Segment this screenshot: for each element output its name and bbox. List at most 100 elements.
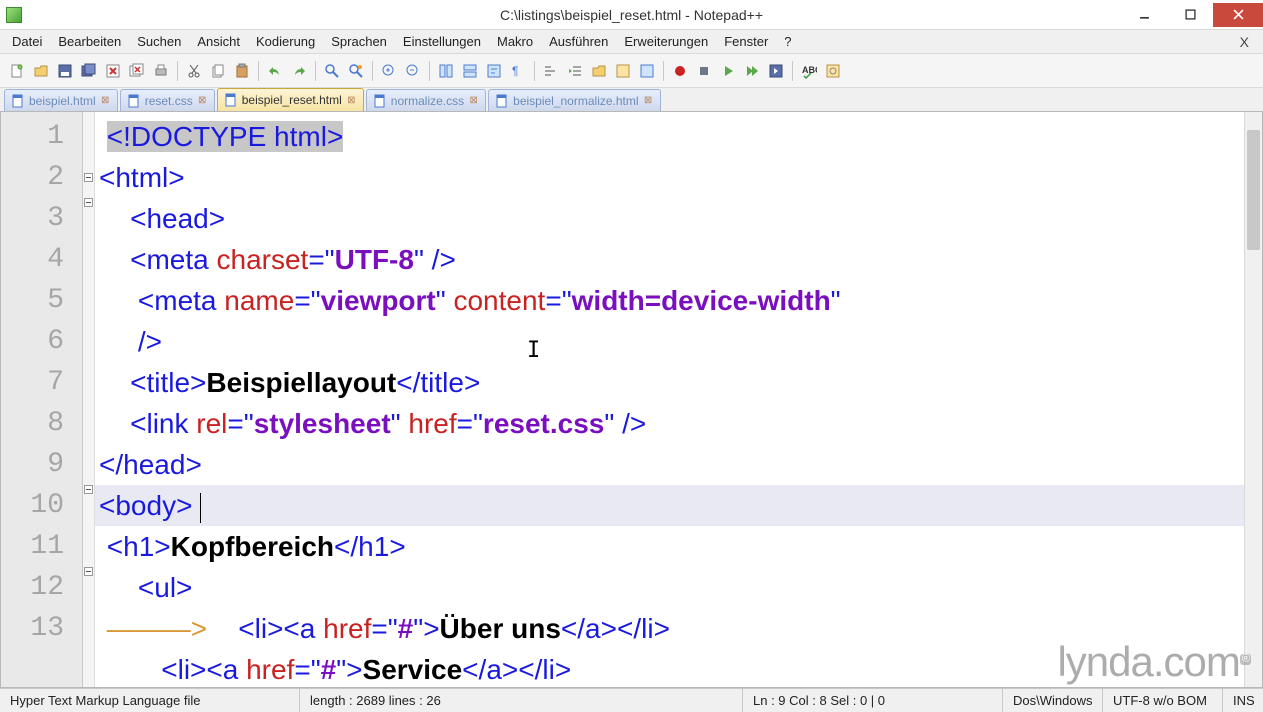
- menu-ansicht[interactable]: Ansicht: [189, 31, 248, 52]
- close-button[interactable]: [1213, 3, 1263, 27]
- maximize-button[interactable]: [1167, 3, 1213, 27]
- status-language: Hyper Text Markup Language file: [0, 689, 300, 712]
- tab-reset-css[interactable]: reset.css⊠: [120, 89, 215, 111]
- cut-icon[interactable]: [183, 60, 205, 82]
- menu-einstellungen[interactable]: Einstellungen: [395, 31, 489, 52]
- app-icon: [6, 7, 22, 23]
- line-number: 13: [1, 608, 82, 649]
- line-number: 12: [1, 567, 82, 608]
- save-macro-icon[interactable]: [765, 60, 787, 82]
- line-number: 7: [1, 362, 82, 403]
- zoom-out-icon[interactable]: [402, 60, 424, 82]
- new-file-icon[interactable]: [6, 60, 28, 82]
- code-line: <meta name="viewport" content="width=dev…: [95, 280, 1262, 321]
- folder-icon[interactable]: [588, 60, 610, 82]
- spellcheck-settings-icon[interactable]: [822, 60, 844, 82]
- tab-close-icon[interactable]: ⊠: [643, 95, 654, 106]
- menu-suchen[interactable]: Suchen: [129, 31, 189, 52]
- svg-text:¶: ¶: [512, 64, 518, 78]
- tab-bar: beispiel.html⊠ reset.css⊠ beispiel_reset…: [0, 88, 1263, 112]
- sync-h-icon[interactable]: [459, 60, 481, 82]
- code-line: </head>: [95, 444, 1262, 485]
- status-insert-mode: INS: [1223, 689, 1263, 712]
- code-line: <title>Beispiellayout</title>: [95, 362, 1262, 403]
- redo-icon[interactable]: [288, 60, 310, 82]
- fold-gutter: [83, 112, 95, 687]
- tab-close-icon[interactable]: ⊠: [100, 95, 111, 106]
- save-all-icon[interactable]: [78, 60, 100, 82]
- tab-beispiel-html[interactable]: beispiel.html⊠: [4, 89, 118, 111]
- editor[interactable]: 1 2 3 4 5 6 7 8 9 10 11 12 13 <!DOCTYPE …: [0, 112, 1263, 688]
- code-area[interactable]: <!DOCTYPE html> <html> <head> <meta char…: [95, 112, 1262, 687]
- tab-label: beispiel_reset.html: [242, 93, 342, 107]
- tab-label: normalize.css: [391, 94, 464, 108]
- fold-toggle-icon[interactable]: [84, 567, 93, 576]
- menu-help[interactable]: ?: [776, 31, 799, 52]
- close-all-icon[interactable]: [126, 60, 148, 82]
- tab-close-icon[interactable]: ⊠: [346, 95, 357, 106]
- menu-ausfuehren[interactable]: Ausführen: [541, 31, 616, 52]
- sync-v-icon[interactable]: [435, 60, 457, 82]
- tab-beispiel-reset-html[interactable]: beispiel_reset.html ⊠: [217, 88, 364, 111]
- code-line: <h1>Kopfbereich</h1>: [95, 526, 1262, 567]
- undo-icon[interactable]: [264, 60, 286, 82]
- scrollbar-thumb[interactable]: [1247, 130, 1260, 250]
- doc-map-icon[interactable]: [636, 60, 658, 82]
- play-multi-icon[interactable]: [741, 60, 763, 82]
- menu-bearbeiten[interactable]: Bearbeiten: [50, 31, 129, 52]
- paste-icon[interactable]: [231, 60, 253, 82]
- file-icon: [495, 94, 509, 108]
- line-number: 10: [1, 485, 82, 526]
- menu-sprachen[interactable]: Sprachen: [323, 31, 395, 52]
- fold-toggle-icon[interactable]: [84, 485, 93, 494]
- close-document-button[interactable]: X: [1230, 34, 1259, 50]
- line-number: 11: [1, 526, 82, 567]
- close-file-icon[interactable]: [102, 60, 124, 82]
- function-list-icon[interactable]: [612, 60, 634, 82]
- code-line: <!DOCTYPE html>: [95, 116, 1262, 157]
- line-number-gutter: 1 2 3 4 5 6 7 8 9 10 11 12 13: [1, 112, 83, 687]
- copy-icon[interactable]: [207, 60, 229, 82]
- tab-close-icon[interactable]: ⊠: [468, 95, 479, 106]
- record-macro-icon[interactable]: [669, 60, 691, 82]
- spellcheck-icon[interactable]: ABC: [798, 60, 820, 82]
- tab-beispiel-normalize-html[interactable]: beispiel_normalize.html⊠: [488, 89, 660, 111]
- menu-datei[interactable]: Datei: [4, 31, 50, 52]
- stop-macro-icon[interactable]: [693, 60, 715, 82]
- menu-fenster[interactable]: Fenster: [716, 31, 776, 52]
- play-macro-icon[interactable]: [717, 60, 739, 82]
- wrap-icon[interactable]: [483, 60, 505, 82]
- line-number: 6: [1, 321, 82, 362]
- toolbar: ¶ ABC: [0, 54, 1263, 88]
- show-all-chars-icon[interactable]: ¶: [507, 60, 529, 82]
- line-number: 2: [1, 157, 82, 198]
- indent-icon[interactable]: [564, 60, 586, 82]
- indent-guide-icon[interactable]: [540, 60, 562, 82]
- text-caret: [200, 493, 201, 523]
- replace-icon[interactable]: [345, 60, 367, 82]
- status-length: length : 2689 lines : 26: [300, 689, 743, 712]
- line-number: 5: [1, 280, 82, 321]
- menu-makro[interactable]: Makro: [489, 31, 541, 52]
- code-line: <html>: [95, 157, 1262, 198]
- tab-normalize-css[interactable]: normalize.css ⊠: [366, 89, 486, 111]
- menu-bar: Datei Bearbeiten Suchen Ansicht Kodierun…: [0, 30, 1263, 54]
- save-icon[interactable]: [54, 60, 76, 82]
- menu-kodierung[interactable]: Kodierung: [248, 31, 323, 52]
- title-bar: C:\listings\beispiel_reset.html - Notepa…: [0, 0, 1263, 30]
- minimize-button[interactable]: [1121, 3, 1167, 27]
- file-icon: [373, 94, 387, 108]
- find-icon[interactable]: [321, 60, 343, 82]
- fold-toggle-icon[interactable]: [84, 173, 93, 182]
- status-bar: Hyper Text Markup Language file length :…: [0, 688, 1263, 712]
- status-eol: Dos\Windows: [1003, 689, 1103, 712]
- zoom-in-icon[interactable]: [378, 60, 400, 82]
- tab-close-icon[interactable]: ⊠: [197, 95, 208, 106]
- line-number: 4: [1, 239, 82, 280]
- vertical-scrollbar[interactable]: [1244, 112, 1262, 687]
- print-icon[interactable]: [150, 60, 172, 82]
- fold-toggle-icon[interactable]: [84, 198, 93, 207]
- menu-erweiterungen[interactable]: Erweiterungen: [616, 31, 716, 52]
- open-file-icon[interactable]: [30, 60, 52, 82]
- status-position: Ln : 9 Col : 8 Sel : 0 | 0: [743, 689, 1003, 712]
